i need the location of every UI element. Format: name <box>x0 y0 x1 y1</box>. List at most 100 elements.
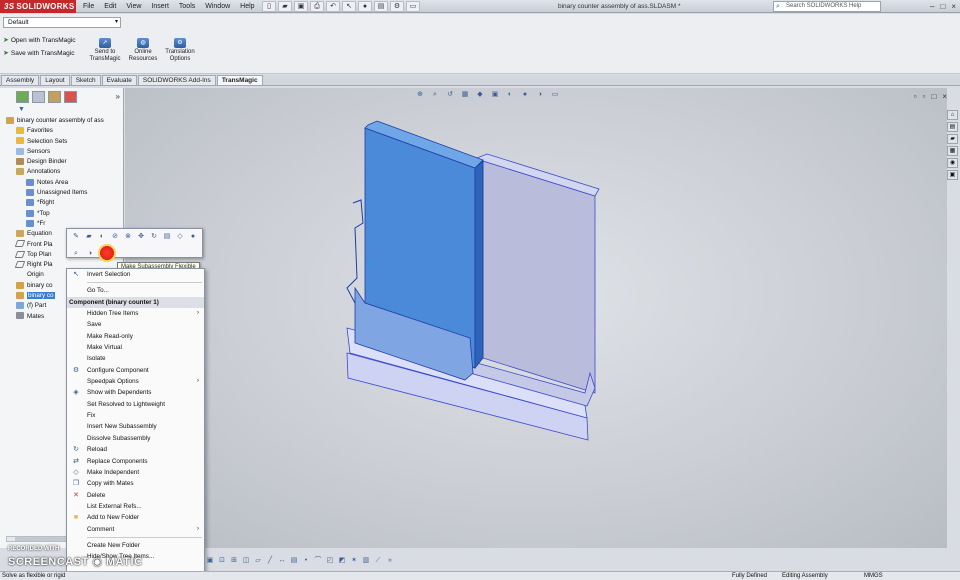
tree-item[interactable]: Unassigned Items <box>0 188 124 198</box>
select-filter-icon[interactable]: ▣ <box>205 556 215 566</box>
tree-item[interactable]: Sensors <box>0 147 124 157</box>
filter-welds-icon[interactable]: ◩ <box>337 556 347 566</box>
menu-insert[interactable]: Insert <box>146 0 174 13</box>
tree-item[interactable]: Notes Area <box>0 178 124 188</box>
tree-item[interactable]: Selection Sets <box>0 137 124 147</box>
menu-item[interactable]: ⇄ Replace Components <box>67 456 204 467</box>
open-part-icon[interactable]: ▰ <box>83 231 95 242</box>
filter-edges-icon[interactable]: ⊞ <box>229 556 239 566</box>
open-folder-icon[interactable]: ▰ <box>278 1 292 12</box>
tab-assembly[interactable]: Assembly <box>1 75 40 85</box>
move-component-icon[interactable]: ✥ <box>135 231 147 242</box>
tree-item[interactable]: *Top <box>0 209 124 219</box>
tree-item[interactable]: Favorites <box>0 126 124 136</box>
make-subassembly-flexible-icon[interactable] <box>98 244 116 262</box>
online-resources-button[interactable]: ◍ Online Resources <box>123 38 163 63</box>
filter-blocks-icon[interactable]: ▥ <box>361 556 371 566</box>
menu-file[interactable]: File <box>78 0 99 13</box>
status-units[interactable]: MMGS <box>864 572 883 580</box>
select-icon[interactable]: ↖ <box>342 1 356 12</box>
appearances-icon[interactable]: ◉ <box>947 158 958 168</box>
help-search-input[interactable]: ⌕ Search SOLIDWORKS Help <box>773 1 881 12</box>
left-plate-side[interactable] <box>474 160 484 370</box>
menu-item[interactable]: ✕ Delete <box>67 490 204 501</box>
undo-icon[interactable]: ↶ <box>326 1 340 12</box>
new-doc-icon[interactable]: ▯ <box>262 1 276 12</box>
rotate-component-icon[interactable]: ↻ <box>148 231 160 242</box>
filter-icon[interactable]: ▼ <box>18 106 25 113</box>
send-to-transmagic-button[interactable]: ➚ Send to TransMagic <box>85 38 125 63</box>
tab-addins[interactable]: SOLIDWORKS Add-Ins <box>137 75 216 85</box>
configuration-dropdown[interactable]: Default ▾ <box>3 17 121 28</box>
tab-transmagic[interactable]: TransMagic <box>216 75 263 85</box>
menu-item[interactable]: Save <box>67 319 204 330</box>
menu-item[interactable]: Set Resolved to Lightweight <box>67 399 204 410</box>
maximize-button[interactable]: □ <box>940 0 945 13</box>
change-transparency-icon[interactable]: ◇ <box>174 231 186 242</box>
solidworks-resources-icon[interactable]: ⌂ <box>947 110 958 120</box>
menu-item[interactable]: ↻ Reload <box>67 444 204 455</box>
property-manager-tab-icon[interactable] <box>32 91 45 103</box>
open-with-transmagic-button[interactable]: ➤ Open with TransMagic <box>3 36 76 45</box>
tree-item[interactable]: Annotations <box>0 167 124 177</box>
minimize-button[interactable]: – <box>930 0 934 13</box>
menu-item[interactable]: Speedpak Options › <box>67 376 204 387</box>
filter-points-icon[interactable]: • <box>301 556 311 566</box>
menu-item[interactable]: Make Read-only <box>67 331 204 342</box>
menu-tools[interactable]: Tools <box>174 0 200 13</box>
file-explorer-icon[interactable]: ▰ <box>947 134 958 144</box>
menu-item[interactable]: Hidden Tree Items › <box>67 308 204 319</box>
filter-axes-icon[interactable]: ╱ <box>265 556 275 566</box>
menu-item[interactable]: ❐ Copy with Mates <box>67 478 204 489</box>
mate-icon[interactable]: ⊗ <box>122 231 134 242</box>
design-library-icon[interactable]: ▤ <box>947 122 958 132</box>
menu-item[interactable]: ■ Add to New Folder <box>67 512 204 523</box>
tab-sketch[interactable]: Sketch <box>70 75 101 85</box>
zoom-to-selection-icon[interactable]: ⌕ <box>70 248 82 259</box>
close-button[interactable]: × <box>951 0 956 13</box>
menu-view[interactable]: View <box>121 0 146 13</box>
print-icon[interactable]: ⎙ <box>310 1 324 12</box>
menu-item[interactable]: ⚙ Configure Component <box>67 365 204 376</box>
menu-item[interactable]: ◇ Make Independent <box>67 467 204 478</box>
expand-panel-icon[interactable]: » <box>116 92 120 101</box>
menu-item[interactable]: List External Refs... <box>67 501 204 512</box>
custom-properties-icon[interactable]: ▣ <box>947 170 958 180</box>
menu-item[interactable]: Fix <box>67 410 204 421</box>
dim-xpert-tab-icon[interactable] <box>64 91 77 103</box>
solidworks-logo[interactable]: 3S SOLIDWORKS <box>0 0 76 13</box>
filter-faces-icon[interactable]: ◫ <box>241 556 251 566</box>
filter-more-icon[interactable]: » <box>385 556 395 566</box>
tree-item[interactable]: *Right <box>0 198 124 208</box>
filter-vertices-icon[interactable]: ⊡ <box>217 556 227 566</box>
right-plate-face[interactable] <box>482 160 596 394</box>
menu-window[interactable]: Window <box>200 0 235 13</box>
tree-item[interactable]: binary counter assembly of ass <box>0 116 124 126</box>
menu-item[interactable]: Go To... <box>67 285 204 296</box>
isolate-icon[interactable]: ◑ <box>84 248 96 259</box>
filter-dims-icon[interactable]: ↔ <box>277 556 287 566</box>
menu-item[interactable]: Insert New Subassembly <box>67 421 204 432</box>
options-gear-icon[interactable]: ⚙ <box>390 1 404 12</box>
filter-planes-icon[interactable]: ▱ <box>253 556 263 566</box>
menu-item[interactable]: ↖ Invert Selection <box>67 269 204 280</box>
window-icon[interactable]: ▭ <box>406 1 420 12</box>
menu-item[interactable]: ◈ Show with Dependents <box>67 387 204 398</box>
menu-item[interactable]: Isolate <box>67 353 204 364</box>
appearance-icon[interactable]: ● <box>187 231 199 242</box>
feature-tree-tab-icon[interactable] <box>16 91 29 103</box>
view-palette-icon[interactable]: ▦ <box>947 146 958 156</box>
menu-item[interactable]: Comment › <box>67 524 204 535</box>
filter-cosmetic-icon[interactable]: ✶ <box>349 556 359 566</box>
menu-item[interactable]: Dissolve Subassembly <box>67 433 204 444</box>
menu-help[interactable]: Help <box>235 0 259 13</box>
hide-component-icon[interactable]: ◐ <box>96 231 108 242</box>
save-icon[interactable]: ▣ <box>294 1 308 12</box>
rebuild-icon[interactable]: ● <box>358 1 372 12</box>
left-plate-clip[interactable] <box>346 199 365 304</box>
menu-item[interactable]: Make Virtual <box>67 342 204 353</box>
suppress-icon[interactable]: ⊘ <box>109 231 121 242</box>
properties-icon[interactable]: ▤ <box>161 231 173 242</box>
filter-sketch-icon[interactable]: ⌒ <box>313 556 323 566</box>
filter-notes-icon[interactable]: ▤ <box>289 556 299 566</box>
